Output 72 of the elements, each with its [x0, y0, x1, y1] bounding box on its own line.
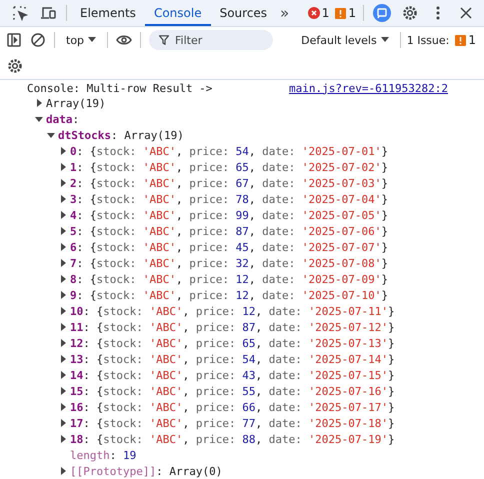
expand-arrow-icon[interactable]	[58, 274, 68, 284]
console-value: [[Prototype]]: Array(0)	[70, 464, 222, 478]
console-value: data:	[46, 112, 80, 126]
warning-icon	[455, 34, 466, 46]
expand-arrow-icon[interactable]	[58, 194, 68, 204]
console-value: 8: {stock: 'ABC', price: 12, date: '2025-07-09'}	[70, 272, 388, 286]
expand-arrow-icon[interactable]	[58, 370, 68, 380]
expand-arrow-icon[interactable]	[58, 322, 68, 332]
console-value: 18: {stock: 'ABC', price: 88, date: '2025-07-19'}	[70, 432, 395, 446]
expand-arrow-icon[interactable]	[58, 434, 68, 444]
expand-arrow-icon[interactable]	[58, 306, 68, 316]
log-message: Console: Multi-row Result ->	[27, 82, 212, 94]
panel-tab[interactable]: Sources	[210, 0, 276, 26]
expand-arrow-icon[interactable]	[58, 162, 68, 172]
expand-arrow-icon[interactable]	[58, 242, 68, 252]
console-value: 3: {stock: 'ABC', price: 78, date: '2025-07-04'}	[70, 192, 388, 206]
log-levels-select[interactable]: Default levels	[297, 34, 393, 46]
collapse-arrow-icon[interactable]	[46, 130, 56, 140]
expand-arrow-icon[interactable]	[58, 338, 68, 348]
assistant-icon[interactable]	[373, 4, 391, 22]
source-link[interactable]: main.js?rev=-611953282:2	[289, 82, 448, 94]
console-value: 12: {stock: 'ABC', price: 65, date: '2025-07-13'}	[70, 336, 395, 350]
console-value: dtStocks: Array(19)	[58, 128, 184, 142]
expand-arrow-icon[interactable]	[58, 418, 68, 428]
console-value: 13: {stock: 'ABC', price: 54, date: '2025-07-14'}	[70, 352, 395, 366]
console-value: 14: {stock: 'ABC', price: 43, date: '2025-07-15'}	[70, 368, 395, 382]
expand-arrow-icon[interactable]	[34, 98, 44, 108]
issues-label[interactable]: 1 Issue:	[406, 34, 450, 46]
console-value: 5: {stock: 'ABC', price: 87, date: '2025-07-06'}	[70, 224, 388, 238]
expand-arrow-icon[interactable]	[58, 258, 68, 268]
filter-icon	[159, 35, 170, 45]
expand-arrow-icon[interactable]	[58, 354, 68, 364]
sidebar-icon[interactable]	[5, 31, 23, 49]
console-value: 1: {stock: 'ABC', price: 65, date: '2025-07-02'}	[70, 160, 388, 174]
console-value: 7: {stock: 'ABC', price: 32, date: '2025-07-08'}	[70, 256, 388, 270]
expand-arrow-icon[interactable]	[58, 290, 68, 300]
console-settings-icon[interactable]	[6, 57, 24, 75]
issues-counter[interactable]: 1	[452, 33, 479, 47]
filter-field[interactable]: Filter	[149, 30, 274, 50]
expand-arrow-icon[interactable]	[58, 466, 68, 476]
warning-counter[interactable]: 1	[332, 6, 359, 20]
panel-tab[interactable]: Console	[144, 0, 211, 26]
console-value: 15: {stock: 'ABC', price: 55, date: '2025-07-16'}	[70, 384, 395, 398]
expand-arrow-icon[interactable]	[58, 210, 68, 220]
console-value: 4: {stock: 'ABC', price: 99, date: '2025-07-05'}	[70, 208, 388, 222]
collapse-arrow-icon[interactable]	[34, 114, 44, 124]
console-value: 6: {stock: 'ABC', price: 45, date: '2025-07-07'}	[70, 240, 388, 254]
error-icon	[308, 7, 320, 19]
context-select[interactable]: top	[62, 34, 100, 46]
console-value: Array(19)	[46, 96, 106, 110]
console-value: 9: {stock: 'ABC', price: 12, date: '2025-07-10'}	[70, 288, 388, 302]
console-value: 16: {stock: 'ABC', price: 66, date: '2025-07-17'}	[70, 400, 395, 414]
console-value: 10: {stock: 'ABC', price: 12, date: '2025-07-11'}	[70, 304, 395, 318]
dropdown-caret-icon	[380, 37, 389, 43]
dropdown-caret-icon	[88, 37, 96, 43]
more-tabs-button[interactable]: »	[276, 4, 294, 22]
console-value: 17: {stock: 'ABC', price: 77, date: '2025-07-18'}	[70, 416, 395, 430]
panel-tab[interactable]: Elements	[71, 0, 145, 26]
expand-arrow-icon[interactable]	[58, 146, 68, 156]
warning-icon	[335, 8, 346, 18]
expand-arrow-icon[interactable]	[58, 178, 68, 188]
inspect-icon[interactable]	[11, 4, 29, 22]
console-value: length: 19	[70, 448, 136, 462]
clear-console-icon[interactable]	[29, 31, 47, 49]
expand-arrow-icon[interactable]	[58, 386, 68, 396]
console-value: 0: {stock: 'ABC', price: 54, date: '2025-07-01'}	[70, 144, 388, 158]
expand-arrow-icon[interactable]	[58, 402, 68, 412]
error-counter[interactable]: 1	[304, 6, 332, 20]
console-value: 2: {stock: 'ABC', price: 67, date: '2025-07-03'}	[70, 176, 388, 190]
console-value: 11: {stock: 'ABC', price: 87, date: '2025-07-12'}	[70, 320, 395, 334]
expand-arrow-icon[interactable]	[58, 226, 68, 236]
settings-icon[interactable]	[401, 4, 419, 22]
